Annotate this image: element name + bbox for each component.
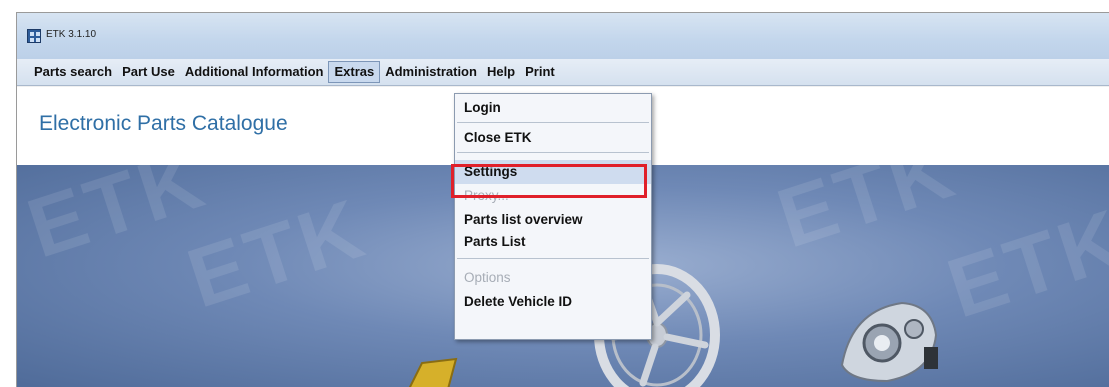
menu-item-options: Options [464, 270, 511, 285]
etk-app-icon [27, 29, 41, 43]
menu-item-login[interactable]: Login [455, 96, 651, 120]
menu-separator [457, 122, 649, 123]
menu-item-proxy: Proxy... [464, 188, 509, 203]
yellow-part-image [408, 357, 458, 387]
menu-part-use[interactable]: Part Use [117, 61, 180, 83]
headlight-image [840, 301, 938, 383]
menu-print[interactable]: Print [520, 61, 560, 83]
menu-administration[interactable]: Administration [380, 61, 482, 83]
menu-bar: Parts search Part Use Additional Informa… [17, 59, 1109, 86]
menu-help[interactable]: Help [482, 61, 520, 83]
menu-additional-information[interactable]: Additional Information [180, 61, 329, 83]
menu-item-parts-list[interactable]: Parts List [455, 230, 651, 254]
menu-separator [457, 152, 649, 153]
menu-parts-search[interactable]: Parts search [29, 61, 117, 83]
etk-watermark: ETK [766, 165, 967, 266]
menu-item-delete-vehicle-id[interactable]: Delete Vehicle ID [455, 290, 651, 314]
title-bar: ETK 3.1.10 [17, 13, 1109, 59]
menu-item-parts-list-overview[interactable]: Parts list overview [455, 208, 651, 232]
menu-item-close-etk[interactable]: Close ETK [455, 126, 651, 150]
extras-dropdown-menu: Login Close ETK Settings Proxy... Parts … [454, 93, 652, 340]
app-window: ETK 3.1.10 Parts search Part Use Additio… [16, 12, 1109, 387]
menu-item-settings[interactable]: Settings [455, 160, 651, 184]
menu-extras[interactable]: Extras [328, 61, 381, 83]
menu-separator [457, 258, 649, 259]
catalog-title: Electronic Parts Catalogue [39, 112, 288, 135]
window-title: ETK 3.1.10 [46, 29, 97, 40]
